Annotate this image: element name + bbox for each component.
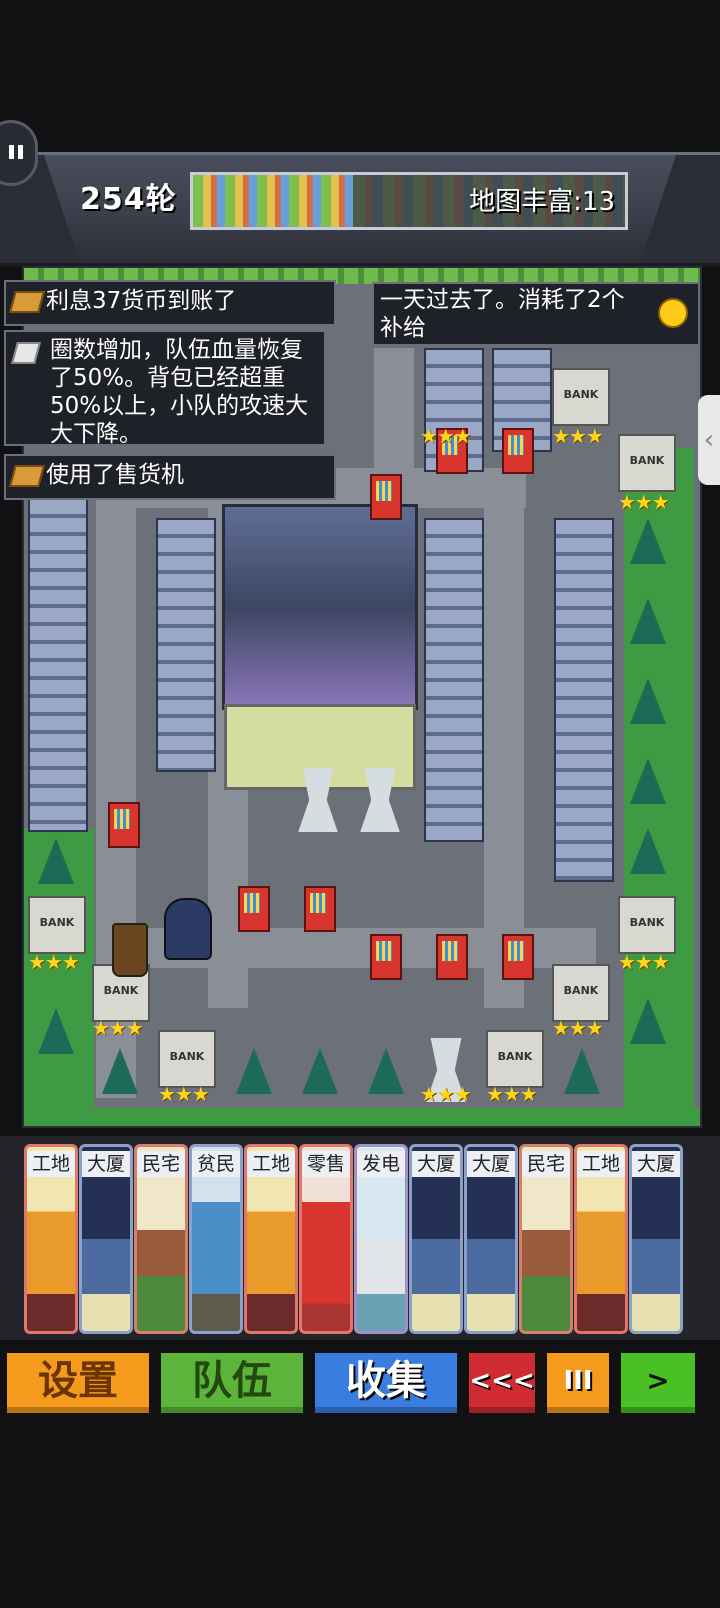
card-title: 工地 [27,1151,75,1177]
card-title: 工地 [577,1151,625,1177]
tree [302,1048,338,1094]
bank-building[interactable]: BANK [552,368,610,426]
log-vending-text: 使用了售货机 [46,462,184,488]
bank-building[interactable]: BANK [618,434,676,492]
star-rating: ★★★ [618,950,670,974]
card[interactable]: 民宅 [519,1144,573,1334]
collect-button[interactable]: 收集 [312,1350,460,1416]
apartment-tower [554,518,614,882]
log-day-passed-text: 一天过去了。消耗了2个补给 [380,287,625,341]
star-rating: ★★★ [28,950,80,974]
round-counter: 254轮 [80,182,177,217]
card[interactable]: 工地 [574,1144,628,1334]
tree [368,1048,404,1094]
card-title: 零售 [302,1151,350,1177]
map-richness-bar: 地图丰富:13 [190,172,628,230]
log-interest-text: 利息37货币到账了 [46,288,237,314]
coin-icon [9,464,45,487]
star-rating: ★★★ [158,1082,210,1106]
card[interactable]: 工地 [244,1144,298,1334]
vending-machine-icon[interactable] [304,886,336,932]
star-rating: ★★★ [92,1016,144,1040]
potion-bottle-icon[interactable] [112,923,148,977]
vending-machine-icon[interactable] [108,802,140,848]
settings-button[interactable]: 设置 [4,1350,152,1416]
card[interactable]: 大厦 [79,1144,133,1334]
card[interactable]: 大厦 [464,1144,518,1334]
apartment-tower [424,518,484,842]
log-interest: 利息37货币到账了 [4,280,336,326]
star-rating: ★★★ [552,424,604,448]
tree [38,1008,74,1054]
card[interactable]: 大厦 [409,1144,463,1334]
card-title: 贫民 [192,1151,240,1177]
card-title: 民宅 [522,1151,570,1177]
coin-icon [9,290,45,313]
vending-machine-icon[interactable] [370,934,402,980]
star-rating: ★★★ [618,490,670,514]
bank-building[interactable]: BANK [552,964,610,1022]
star-rating: ★★★ [420,424,472,448]
card[interactable]: 零售 [299,1144,353,1334]
bank-building[interactable]: BANK [158,1030,216,1088]
rewind-button[interactable]: <<< [466,1350,538,1416]
log-lap: 圈数增加，队伍血量恢复了50%。背包已经超重50%以上，小队的攻速大大下降。 [4,330,326,447]
card[interactable]: 贫民 [189,1144,243,1334]
card-title: 大厦 [467,1151,515,1177]
tree [564,1048,600,1094]
bank-building[interactable]: BANK [486,1030,544,1088]
drink-icon [11,342,41,364]
card-title: 大厦 [412,1151,460,1177]
log-lap-text: 圈数增加，队伍血量恢复了50%。背包已经超重50%以上，小队的攻速大大下降。 [50,337,309,447]
central-building [222,504,418,710]
log-vending: 使用了售货机 [4,454,336,500]
pause-button[interactable]: III [544,1350,612,1416]
tree [38,838,74,884]
vending-machine-icon[interactable] [238,886,270,932]
apartment-tower [28,498,88,832]
vending-machine-icon[interactable] [502,934,534,980]
tree [630,518,666,564]
grass-area-bottom [24,1108,700,1126]
tree [102,1048,138,1094]
card-hand-panel: 工地 大厦 民宅 贫民 工地 零售 发电 大厦 大厦 民宅 工地 大厦 [0,1136,720,1340]
star-rating: ★★★ [486,1082,538,1106]
star-rating: ★★★ [420,1082,472,1106]
star-rating: ★★★ [552,1016,604,1040]
log-day-passed: 一天过去了。消耗了2个补给 [372,282,700,346]
vending-machine-icon[interactable] [502,428,534,474]
tree [630,828,666,874]
card-title: 民宅 [137,1151,185,1177]
tree [236,1048,272,1094]
richness-fill [193,175,353,227]
card[interactable]: 民宅 [134,1144,188,1334]
card-title: 工地 [247,1151,295,1177]
forward-button[interactable]: > [618,1350,698,1416]
card-title: 发电 [357,1151,405,1177]
tree [630,758,666,804]
card-title: 大厦 [82,1151,130,1177]
vending-machine-icon[interactable] [370,474,402,520]
card-title: 大厦 [632,1151,680,1177]
team-button[interactable]: 队伍 [158,1350,306,1416]
smiley-icon [658,298,688,328]
road [484,468,524,1008]
hud-wing-right [640,155,720,263]
tree [630,998,666,1044]
side-drawer-tab[interactable]: ‹ [698,395,720,485]
card[interactable]: 工地 [24,1144,78,1334]
player-character [164,898,212,960]
tree [630,598,666,644]
card[interactable]: 发电 [354,1144,408,1334]
bank-building[interactable]: BANK [28,896,86,954]
apartment-tower [156,518,216,772]
card[interactable]: 大厦 [629,1144,683,1334]
richness-label: 地图丰富:13 [469,187,615,217]
tree [630,678,666,724]
bank-building[interactable]: BANK [618,896,676,954]
vending-machine-icon[interactable] [436,934,468,980]
